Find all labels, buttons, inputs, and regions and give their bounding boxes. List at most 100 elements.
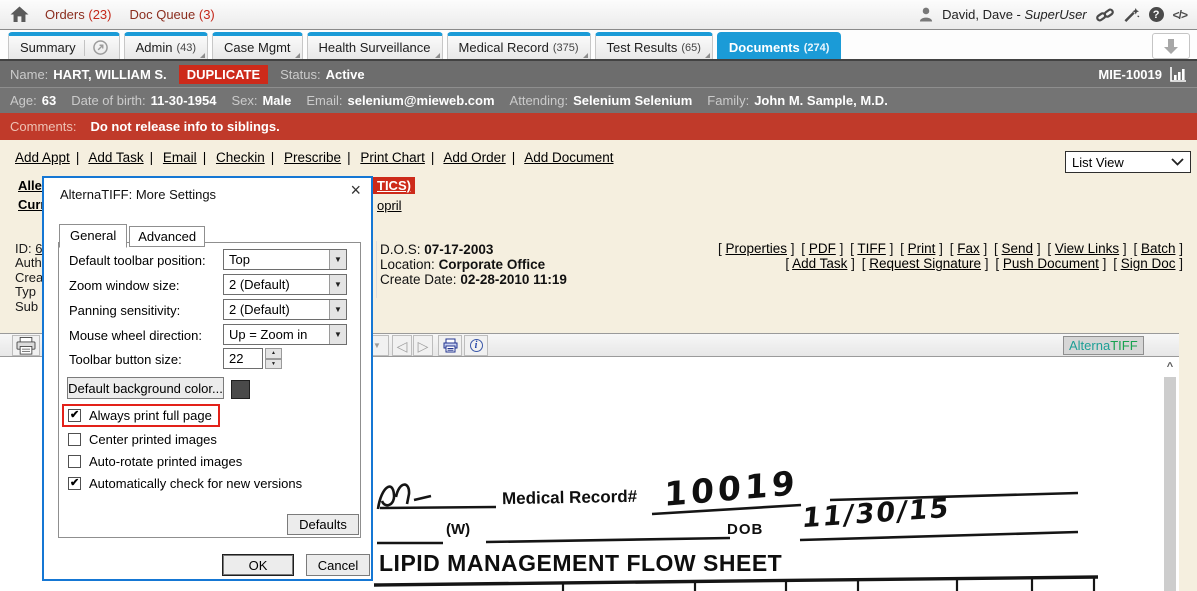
location-value: Corporate Office: [439, 257, 546, 272]
user-name-text: David, Dave -: [942, 7, 1021, 22]
checkin-link[interactable]: Checkin: [216, 150, 265, 165]
tab-health-surveillance[interactable]: Health Surveillance: [307, 32, 443, 59]
flowsheet-chart-icon[interactable]: [1170, 67, 1187, 82]
document-info: D.O.S: 07-17-2003 Location: Corporate Of…: [380, 242, 567, 288]
open-popout-icon[interactable]: [93, 40, 108, 55]
request-signature-link[interactable]: Request Signature: [869, 256, 981, 271]
download-button[interactable]: [1152, 33, 1190, 59]
zoom-window-select[interactable]: 2 (Default) ▼: [223, 274, 347, 295]
toolbar-position-label: Default toolbar position:: [69, 253, 206, 268]
name-label: Name:: [10, 67, 48, 82]
family-label: Family:: [707, 93, 749, 108]
email-link[interactable]: Email: [163, 150, 197, 165]
location-label: Location:: [380, 257, 435, 272]
defaults-button[interactable]: Defaults: [287, 514, 359, 535]
mouse-wheel-select[interactable]: Up = Zoom in ▼: [223, 324, 347, 345]
doc-queue-link[interactable]: Doc Queue (3): [129, 7, 214, 22]
checkbox-box[interactable]: ✔: [68, 477, 81, 490]
next-page-button[interactable]: ▷: [413, 335, 433, 356]
code-icon[interactable]: </>: [1173, 8, 1187, 22]
prescribe-link[interactable]: Prescribe: [284, 150, 341, 165]
checkbox-box[interactable]: ✔: [68, 433, 81, 446]
sign-doc-link[interactable]: Sign Doc: [1121, 256, 1176, 271]
cancel-button[interactable]: Cancel: [306, 554, 370, 576]
batch-link[interactable]: Batch: [1141, 241, 1176, 256]
add-task-doc-link[interactable]: Add Task: [792, 256, 847, 271]
panning-sensitivity-select[interactable]: 2 (Default) ▼: [223, 299, 347, 320]
print-chart-link[interactable]: Print Chart: [360, 150, 425, 165]
background-color-button[interactable]: Default background color...: [67, 377, 224, 399]
allergy-badge-partial[interactable]: TICS): [373, 177, 415, 194]
dropdown-arrow-icon[interactable]: ▼: [329, 300, 346, 319]
tab-test-results[interactable]: Test Results(65): [595, 32, 713, 59]
tiff-link[interactable]: TIFF: [857, 241, 886, 256]
tab-admin[interactable]: Admin(43): [124, 32, 208, 59]
prev-page-button[interactable]: ◁: [392, 335, 412, 356]
ok-button[interactable]: OK: [222, 554, 294, 576]
next-page-icon: ▷: [418, 339, 429, 353]
button-size-value[interactable]: 22: [223, 348, 263, 369]
info-icon: i: [470, 339, 483, 352]
document-action-links: [ Properties ] [ PDF ] [ TIFF ] [ Print …: [715, 241, 1183, 272]
checkbox-auto-rotate-printed-images[interactable]: ✔ Auto-rotate printed images: [68, 454, 242, 469]
toolbar-position-value: Top: [224, 252, 329, 267]
push-document-link[interactable]: Push Document: [1003, 256, 1099, 271]
duplicate-badge[interactable]: DUPLICATE: [179, 65, 268, 84]
dropdown-arrow-icon[interactable]: ▼: [329, 250, 346, 269]
button-size-label: Toolbar button size:: [69, 352, 182, 367]
tab-medical-record[interactable]: Medical Record(375): [447, 32, 591, 59]
properties-link[interactable]: Properties: [725, 241, 787, 256]
scroll-up-icon[interactable]: ^: [1163, 361, 1177, 373]
email-value: selenium@mieweb.com: [347, 93, 494, 108]
checkbox-label: Automatically check for new versions: [89, 476, 302, 491]
tab-summary[interactable]: Summary: [8, 32, 120, 59]
tab-case-mgmt[interactable]: Case Mgmt: [212, 32, 302, 59]
tab-documents[interactable]: Documents(274): [717, 32, 841, 59]
close-icon[interactable]: ×: [350, 181, 361, 199]
viewer-scrollbar[interactable]: ^: [1163, 359, 1177, 591]
alternatiff-badge[interactable]: AlternaTIFF: [1063, 336, 1144, 355]
add-document-link[interactable]: Add Document: [524, 150, 613, 165]
checkbox-check-new-versions[interactable]: ✔ Automatically check for new versions: [68, 476, 302, 491]
checkbox-box[interactable]: ✔: [68, 409, 81, 422]
button-size-spinner[interactable]: 22 ▲ ▼: [223, 348, 282, 369]
orders-link[interactable]: Orders (23): [45, 7, 111, 22]
home-button[interactable]: [10, 6, 29, 23]
view-select[interactable]: List View: [1065, 151, 1191, 173]
down-arrow-icon: [1163, 38, 1179, 55]
link-chain-icon[interactable]: [1096, 7, 1114, 23]
print-link[interactable]: Print: [908, 241, 936, 256]
spin-down-icon[interactable]: ▼: [265, 359, 282, 370]
fax-link[interactable]: Fax: [957, 241, 980, 256]
spin-up-icon[interactable]: ▲: [265, 348, 282, 359]
zoom-window-label: Zoom window size:: [69, 278, 180, 293]
help-icon[interactable]: ?: [1149, 7, 1164, 22]
sex-label: Sex:: [231, 93, 257, 108]
comments-banner: Comments: Do not release info to sibling…: [0, 113, 1197, 140]
current-user[interactable]: David, Dave - SuperUser: [942, 7, 1087, 22]
view-links-link[interactable]: View Links: [1055, 241, 1119, 256]
print-button[interactable]: [12, 335, 40, 356]
print-settings-button[interactable]: [438, 335, 462, 356]
tab-case-mgmt-label: Case Mgmt: [224, 40, 290, 55]
about-button[interactable]: i: [464, 335, 488, 356]
add-appt-link[interactable]: Add Appt: [15, 150, 70, 165]
pdf-link[interactable]: PDF: [809, 241, 836, 256]
checkbox-center-printed-images[interactable]: ✔ Center printed images: [68, 432, 217, 447]
checkbox-always-print-full-page[interactable]: ✔ Always print full page: [62, 404, 220, 427]
add-order-link[interactable]: Add Order: [443, 150, 505, 165]
wand-icon[interactable]: [1123, 7, 1140, 23]
medication-link-partial[interactable]: opril: [377, 198, 402, 213]
send-link[interactable]: Send: [1002, 241, 1034, 256]
tab-divider: [84, 40, 85, 56]
scrollbar-track[interactable]: [1164, 377, 1176, 591]
orders-label: Orders: [45, 7, 85, 22]
tab-general[interactable]: General: [59, 224, 127, 248]
tab-advanced[interactable]: Advanced: [129, 226, 205, 247]
dropdown-arrow-icon[interactable]: ▼: [329, 275, 346, 294]
toolbar-position-select[interactable]: Top ▼: [223, 249, 347, 270]
add-task-link[interactable]: Add Task: [88, 150, 143, 165]
checkbox-box[interactable]: ✔: [68, 455, 81, 468]
bracket: ]: [981, 256, 989, 271]
dropdown-arrow-icon[interactable]: ▼: [329, 325, 346, 344]
